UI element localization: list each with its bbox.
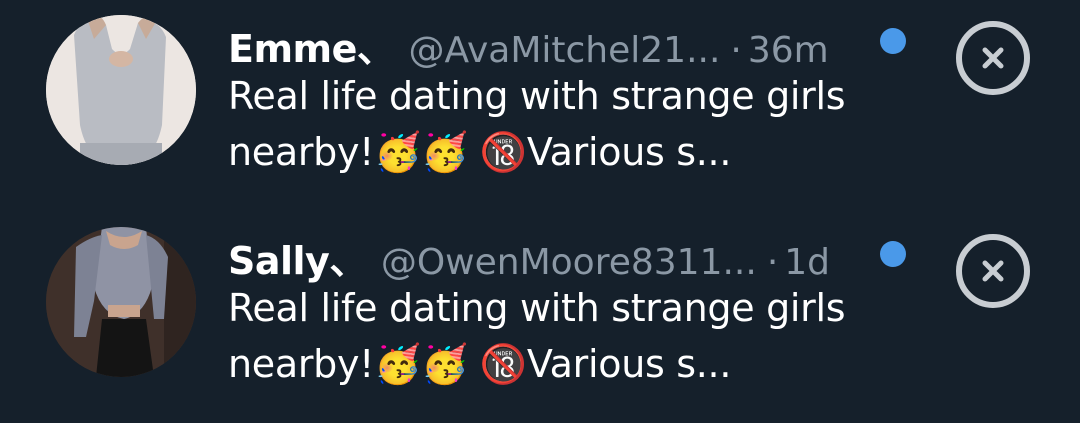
separator: · [730, 30, 742, 71]
notification-header: Emme、 @AvaMitchel21... · 36m [228, 18, 868, 71]
notification-item[interactable]: Sally、 @OwenMoore8311... · 1d Real life … [0, 212, 1080, 422]
avatar[interactable] [46, 227, 196, 377]
notification-header: Sally、 @OwenMoore8311... · 1d [228, 230, 868, 283]
profile-photo-icon [46, 227, 196, 377]
display-name[interactable]: Emme、 [228, 18, 395, 73]
timestamp: 1d [784, 242, 831, 283]
display-name[interactable]: Sally、 [228, 230, 367, 285]
notification-item[interactable]: Emme、 @AvaMitchel21... · 36m Real life d… [0, 0, 1080, 210]
profile-photo-icon [46, 15, 196, 165]
unread-dot-icon [880, 28, 906, 54]
separator: · [766, 242, 779, 283]
dismiss-button[interactable] [956, 234, 1030, 308]
notification-message[interactable]: Real life dating with strange girls near… [228, 280, 848, 392]
user-handle[interactable]: @AvaMitchel21... [408, 30, 720, 71]
avatar[interactable] [46, 15, 196, 165]
user-handle[interactable]: @OwenMoore8311... [381, 242, 757, 283]
close-icon [982, 260, 1004, 282]
close-icon [982, 47, 1004, 69]
timestamp: 36m [747, 30, 829, 71]
unread-dot-icon [880, 241, 906, 267]
dismiss-button[interactable] [956, 21, 1030, 95]
notification-message[interactable]: Real life dating with strange girls near… [228, 68, 848, 180]
